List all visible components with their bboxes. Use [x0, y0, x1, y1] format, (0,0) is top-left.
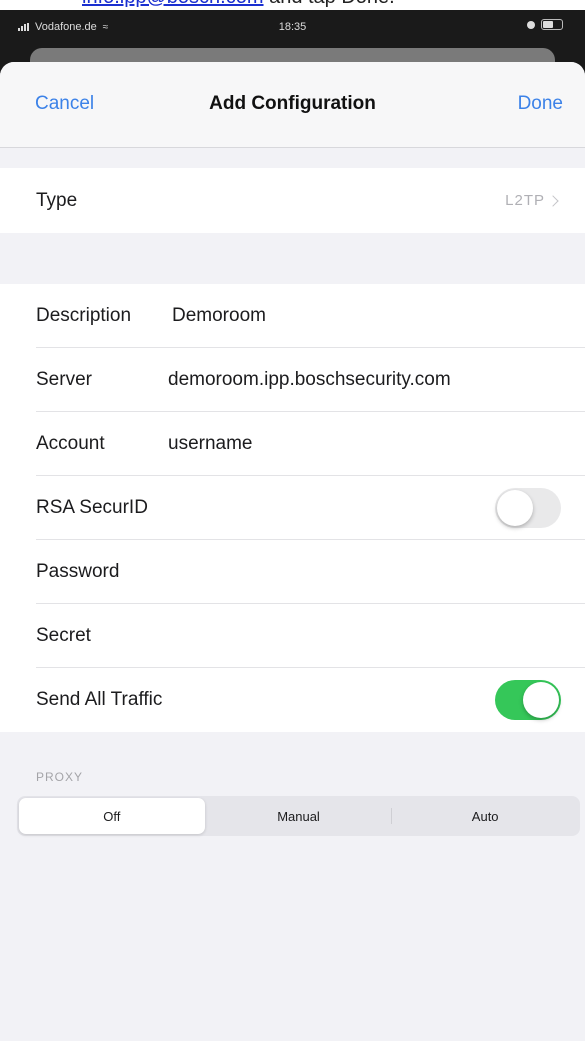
- vpn-settings-group: Description Demoroom Server demoroom.ipp…: [0, 284, 585, 732]
- type-row[interactable]: Type L2TP: [0, 168, 585, 233]
- rsa-securid-label: RSA SecurID: [36, 497, 148, 518]
- type-value: L2TP: [505, 192, 545, 209]
- type-label: Type: [36, 189, 78, 211]
- page-title: Add Configuration: [209, 93, 376, 114]
- send-all-traffic-label: Send All Traffic: [36, 689, 163, 710]
- proxy-option-off[interactable]: Off: [19, 798, 205, 834]
- type-group: Type L2TP: [0, 168, 585, 233]
- battery-icon: [541, 19, 563, 30]
- send-all-traffic-row: Send All Traffic: [0, 668, 585, 732]
- add-configuration-sheet: Cancel Add Configuration Done Type L2TP …: [0, 62, 585, 1041]
- chevron-right-icon: [547, 194, 559, 207]
- toggle-knob: [523, 682, 559, 718]
- server-row[interactable]: Server demoroom.ipp.boschsecurity.com: [0, 348, 585, 412]
- toggle-knob: [497, 490, 533, 526]
- navigation-bar: Cancel Add Configuration Done: [0, 62, 585, 148]
- done-button[interactable]: Done: [518, 93, 563, 115]
- password-label: Password: [36, 561, 120, 582]
- document-caption: info.ipp@bosch.com and tap Done.: [0, 0, 585, 10]
- description-row[interactable]: Description Demoroom: [0, 284, 585, 348]
- caption-text: and tap Done.: [264, 0, 395, 8]
- send-all-traffic-toggle[interactable]: [495, 680, 561, 720]
- rsa-securid-toggle[interactable]: [495, 488, 561, 528]
- account-row[interactable]: Account username: [0, 412, 585, 476]
- account-label: Account: [36, 433, 105, 454]
- status-time: 18:35: [278, 21, 307, 33]
- status-bar: Vodafone.de ≈ 18:35: [0, 10, 585, 50]
- secret-label: Secret: [36, 625, 91, 646]
- server-label: Server: [36, 369, 92, 390]
- location-icon: [527, 20, 535, 29]
- proxy-section-header: PROXY: [36, 770, 84, 784]
- proxy-option-manual[interactable]: Manual: [206, 798, 392, 834]
- proxy-option-auto[interactable]: Auto: [392, 798, 578, 834]
- server-field[interactable]: demoroom.ipp.boschsecurity.com: [168, 369, 451, 391]
- phone-screenshot: Vodafone.de ≈ 18:35 Cancel Add Configura…: [0, 10, 585, 1041]
- rsa-securid-row: RSA SecurID: [0, 476, 585, 540]
- secret-row[interactable]: Secret: [0, 604, 585, 668]
- description-field[interactable]: Demoroom: [172, 305, 266, 327]
- account-field[interactable]: username: [168, 433, 253, 455]
- password-row[interactable]: Password: [0, 540, 585, 604]
- description-label: Description: [36, 305, 132, 326]
- email-link[interactable]: info.ipp@bosch.com: [82, 0, 264, 8]
- proxy-segmented-control: Off Manual Auto: [17, 796, 580, 836]
